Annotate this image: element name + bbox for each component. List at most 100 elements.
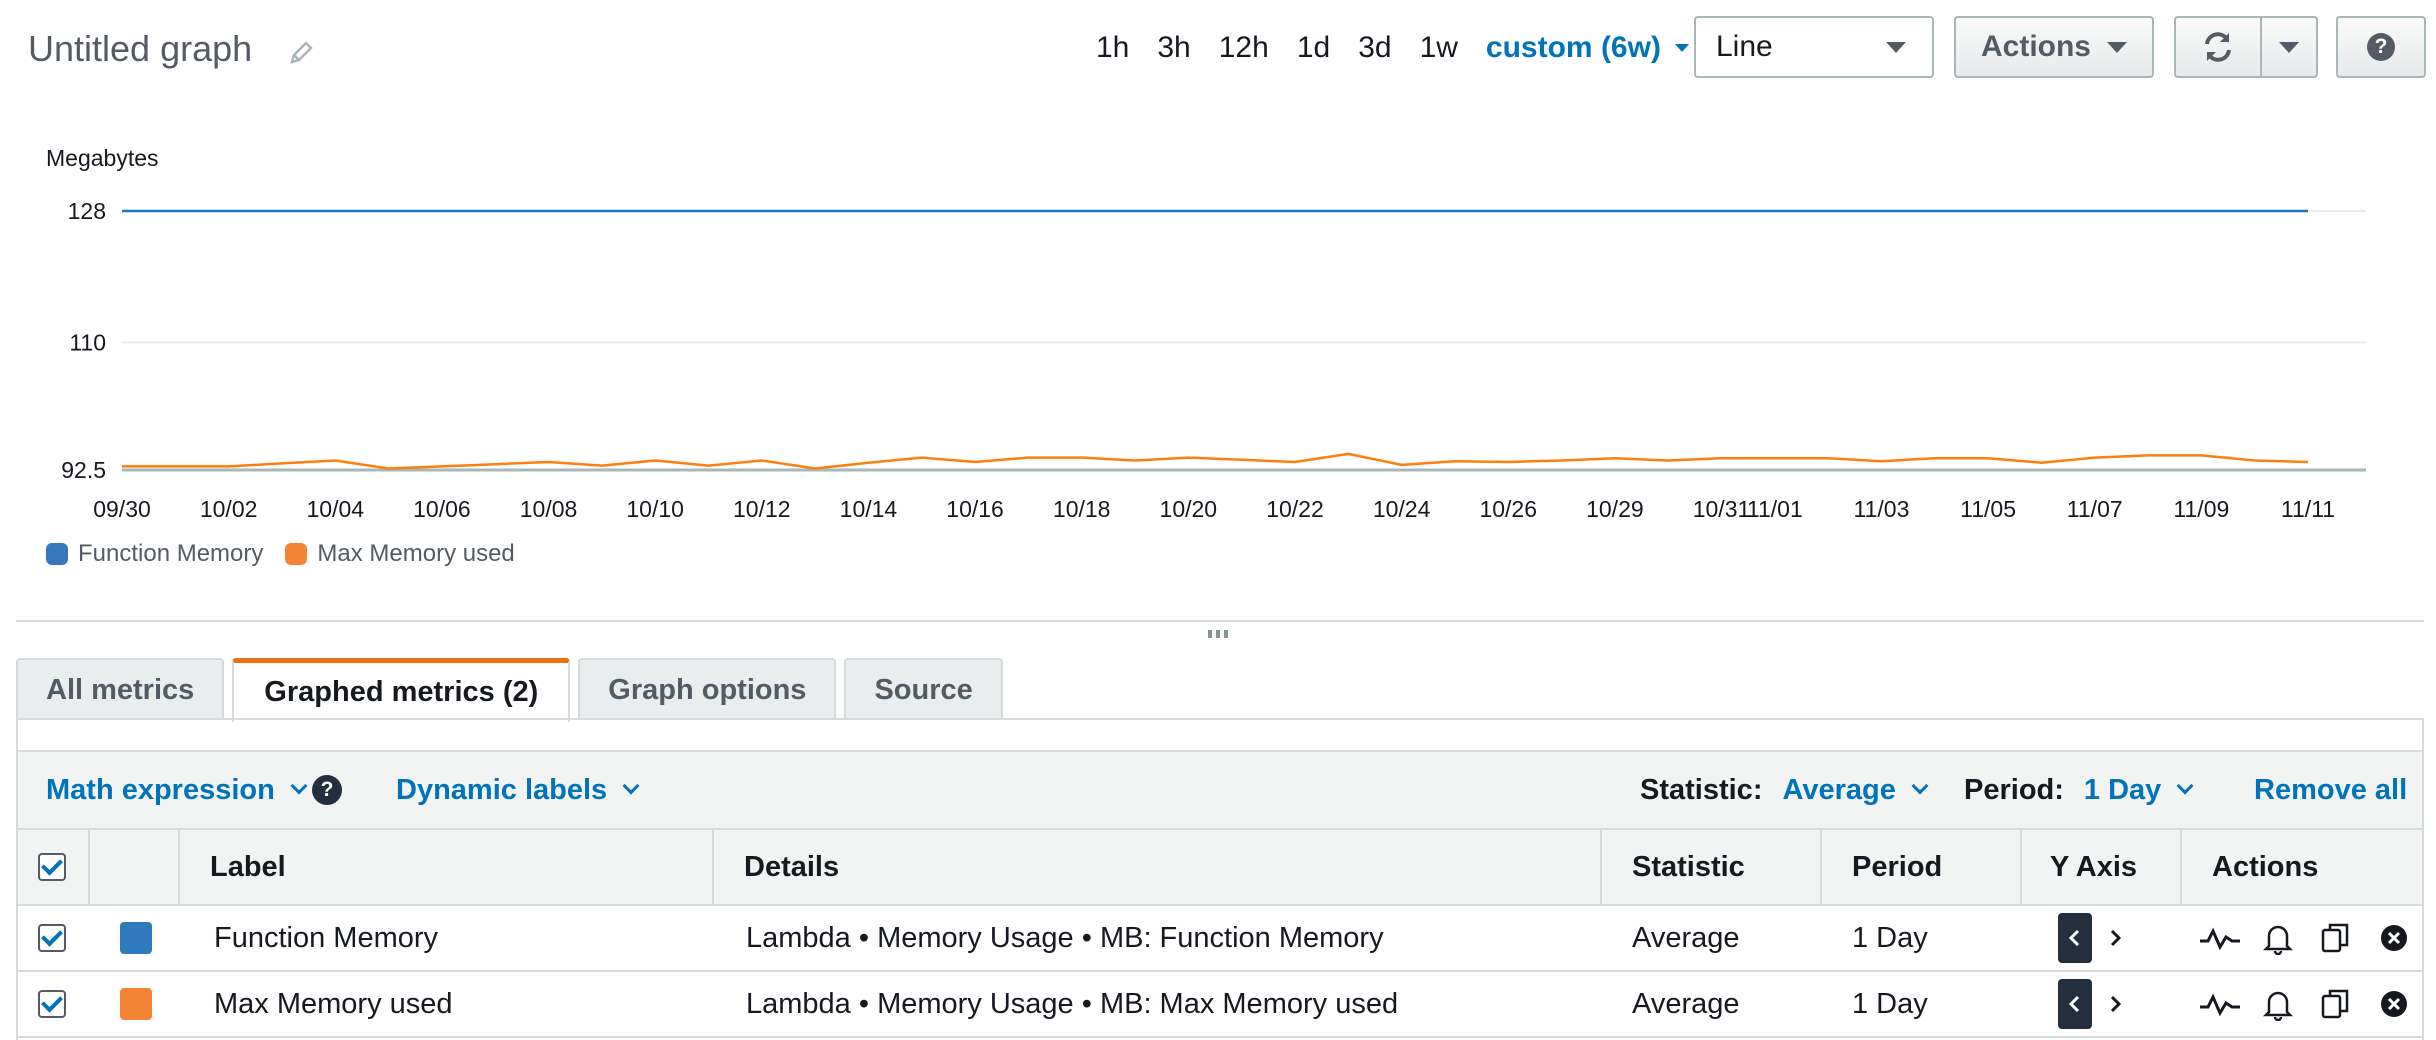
row-checkbox[interactable] [38, 990, 66, 1018]
x-axis-ticks: 09/30 10/02 10/04 10/06 10/08 10/10 10/12 10/14… [93, 496, 2335, 522]
math-help[interactable]: ? [312, 752, 342, 828]
graph-title[interactable]: Untitled graph [28, 28, 252, 70]
chevron-down-icon [1911, 777, 1929, 795]
x-tick-label: 10/10 [626, 496, 684, 522]
remove-all-button[interactable]: Remove all [2254, 752, 2407, 828]
row-y-axis [2058, 972, 2132, 1036]
range-1d[interactable]: 1d [1297, 31, 1330, 65]
refresh-button[interactable] [2176, 18, 2262, 76]
chart-series [122, 209, 2309, 470]
row-label[interactable]: Max Memory used [214, 972, 453, 1036]
series-color-swatch[interactable] [120, 922, 152, 954]
resize-handle[interactable] [1208, 630, 1232, 638]
range-3d[interactable]: 3d [1358, 31, 1391, 65]
help-button[interactable]: ? [2336, 16, 2426, 78]
tab-source[interactable]: Source [844, 658, 1003, 720]
chart-legend: Function Memory Max Memory used [46, 540, 537, 568]
x-tick-label: 11/09 [2173, 496, 2229, 522]
time-range-selector: 1h 3h 12h 1d 3d 1w custom (6w) [1096, 28, 1689, 68]
x-tick-label: 10/12 [733, 496, 791, 522]
tab-bar: All metrics Graphed metrics (2) Graph op… [16, 658, 1011, 722]
y-axis-right-button[interactable] [2098, 913, 2132, 963]
copy-icon[interactable] [2314, 916, 2358, 960]
x-tick-label: 10/08 [520, 496, 578, 522]
bell-icon[interactable] [2256, 916, 2300, 960]
chevron-down-icon [2176, 777, 2194, 795]
row-color-cell [120, 906, 152, 970]
range-3h[interactable]: 3h [1157, 31, 1190, 65]
y-axis-left-button[interactable] [2058, 979, 2092, 1029]
row-label[interactable]: Function Memory [214, 906, 438, 970]
bell-icon[interactable] [2256, 982, 2300, 1026]
range-custom[interactable]: custom (6w) [1486, 31, 1689, 65]
row-select-cell [38, 972, 66, 1036]
y-axis-right-button[interactable] [2098, 979, 2132, 1029]
legend-item[interactable]: Function Memory [46, 540, 263, 568]
period-dropdown[interactable]: 1 Day [2084, 774, 2194, 807]
column-header-period[interactable]: Period [1822, 830, 2022, 904]
tab-all-metrics[interactable]: All metrics [16, 658, 225, 720]
caret-down-icon [1674, 44, 1689, 52]
period-control: Period: 1 Day [1964, 752, 2194, 828]
row-color-cell [120, 972, 152, 1036]
remove-icon[interactable] [2372, 916, 2416, 960]
tab-graph-options[interactable]: Graph options [578, 658, 837, 720]
chevron-down-icon [622, 777, 640, 795]
statistic-label: Statistic: [1640, 773, 1763, 806]
tab-graphed-metrics[interactable]: Graphed metrics (2) [232, 658, 571, 722]
math-expression-dropdown[interactable]: Math expression [46, 752, 308, 828]
dynamic-labels-dropdown[interactable]: Dynamic labels [396, 752, 640, 828]
metrics-chart: Megabytes 92.5 110 128 09/30 10/02 10/04 10/0… [46, 145, 2366, 522]
column-header-actions: Actions [2212, 850, 2319, 883]
y-tick-label: 92.5 [61, 457, 106, 483]
row-checkbox[interactable] [38, 924, 66, 952]
row-y-axis [2058, 906, 2132, 970]
column-header-statistic[interactable]: Statistic [1602, 830, 1822, 904]
chevron-right-icon [2110, 929, 2122, 947]
column-header-label[interactable]: Label [180, 830, 714, 904]
legend-swatch [285, 543, 308, 565]
row-statistic[interactable]: Average [1632, 906, 1740, 970]
range-1w[interactable]: 1w [1420, 31, 1458, 65]
column-header-details[interactable]: Details [714, 830, 1602, 904]
chevron-left-icon [2068, 995, 2080, 1013]
actions-button[interactable]: Actions [1954, 16, 2154, 78]
select-all-checkbox[interactable] [38, 853, 66, 881]
copy-icon[interactable] [2314, 982, 2358, 1026]
x-tick-label: 10/02 [200, 496, 258, 522]
x-tick-label: 10/26 [1479, 496, 1537, 522]
x-tick-label: 11/05 [1960, 496, 2016, 522]
y-tick-label: 110 [69, 329, 106, 355]
chevron-down-icon [290, 777, 308, 795]
row-period[interactable]: 1 Day [1852, 972, 1928, 1036]
row-actions [2198, 972, 2430, 1036]
help-icon: ? [2367, 33, 2395, 61]
table-row: Max Memory used Lambda • Memory Usage • … [18, 972, 2422, 1038]
graph-metric-icon[interactable] [2198, 982, 2242, 1026]
row-statistic[interactable]: Average [1632, 972, 1740, 1036]
graph-metric-icon[interactable] [2198, 916, 2242, 960]
range-12h[interactable]: 12h [1219, 31, 1269, 65]
legend-item[interactable]: Max Memory used [285, 540, 515, 568]
x-tick-label: 10/16 [946, 496, 1004, 522]
graph-type-select[interactable]: Line [1694, 16, 1934, 78]
y-axis-label: Megabytes [46, 145, 159, 171]
x-tick-label: 10/18 [1053, 496, 1111, 522]
refresh-options-dropdown[interactable] [2262, 18, 2316, 76]
statistic-dropdown[interactable]: Average [1782, 774, 1929, 807]
refresh-button-group [2174, 16, 2318, 78]
period-label: Period: [1964, 773, 2064, 806]
remove-icon[interactable] [2372, 982, 2416, 1026]
row-details: Lambda • Memory Usage • MB: Max Memory u… [746, 987, 1399, 1020]
x-tick-label: 11/07 [2067, 496, 2123, 522]
caret-down-icon [2107, 41, 2127, 53]
metrics-toolbar: Math expression ? Dynamic labels Statist… [18, 750, 2422, 830]
range-1h[interactable]: 1h [1096, 31, 1129, 65]
y-axis-left-button[interactable] [2058, 913, 2092, 963]
series-line-max-memory-used[interactable] [122, 452, 2309, 470]
series-color-swatch[interactable] [120, 988, 152, 1020]
math-expression-label: Math expression [46, 773, 275, 806]
row-period[interactable]: 1 Day [1852, 906, 1928, 970]
row-select-cell [38, 906, 66, 970]
pencil-icon[interactable] [286, 38, 316, 68]
